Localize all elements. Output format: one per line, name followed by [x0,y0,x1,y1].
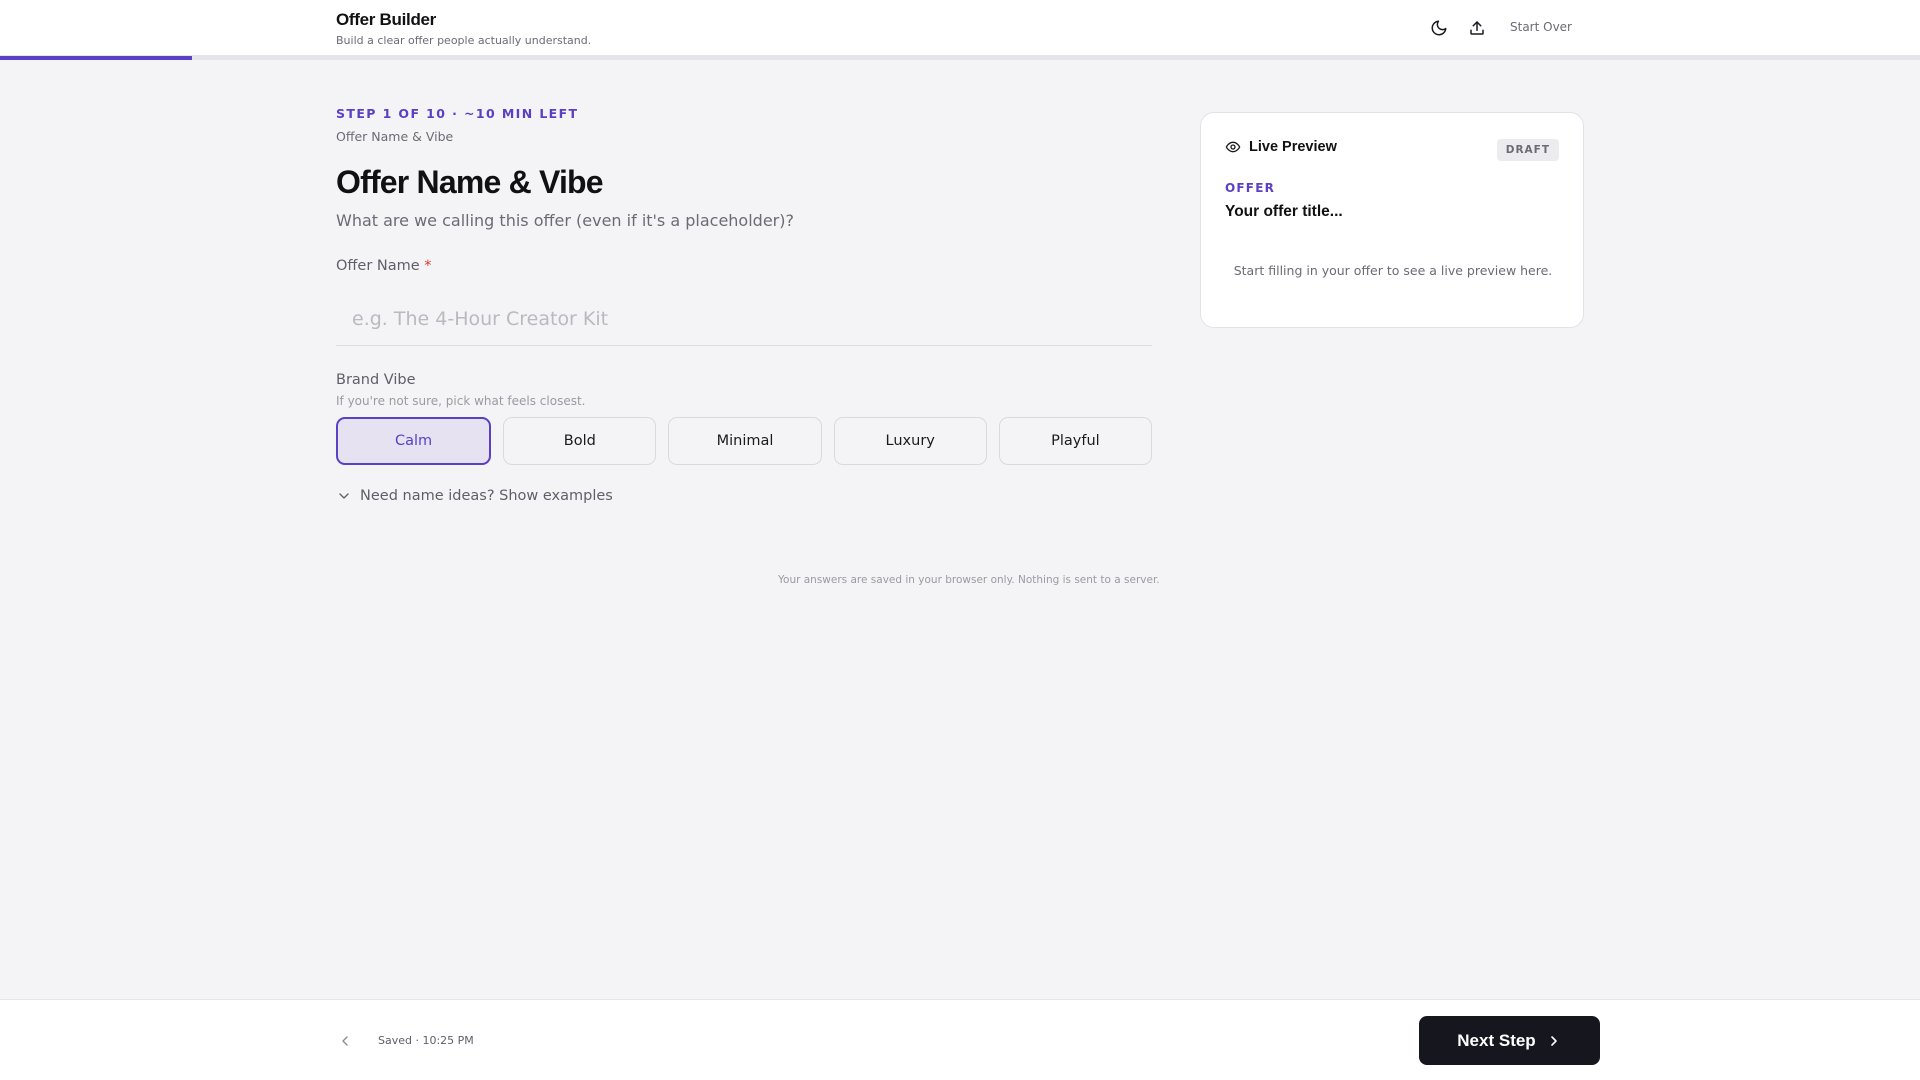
offer-name-label: Offer Name * [336,258,432,274]
top-header: Offer Builder Build a clear offer people… [0,0,1920,56]
vibe-option-luxury[interactable]: Luxury [833,417,987,465]
step-question: What are we calling this offer (even if … [336,211,794,230]
moon-icon [1431,20,1447,36]
preview-offer-title: Your offer title... [1225,203,1343,220]
bottom-bar: Saved · 10:25 PM Next Step [0,999,1920,1080]
show-examples-toggle[interactable]: Need name ideas? Show examples [336,488,613,504]
upload-icon [1470,21,1484,35]
page-title: Offer Name & Vibe [336,164,604,200]
start-over-button[interactable]: Start Over [1510,20,1572,34]
chevron-right-icon [1550,1035,1557,1046]
chevron-left-icon [342,1036,348,1046]
saved-status: Saved · 10:25 PM [378,1034,474,1047]
brand-vibe-label: Brand Vibe [336,372,416,388]
next-step-button[interactable]: Next Step [1419,1016,1600,1065]
required-mark: * [424,258,432,274]
progress-fill [0,56,192,60]
preview-title: Live Preview [1249,139,1337,155]
app-subtitle: Build a clear offer people actually unde… [336,34,592,47]
brand-vibe-hint: If you're not sure, pick what feels clos… [336,394,586,408]
show-examples-label: Need name ideas? Show examples [360,488,613,504]
app-title: Offer Builder [336,10,437,29]
preview-empty-message: Start filling in your offer to see a liv… [1233,263,1553,278]
brand-vibe-options: Calm Bold Minimal Luxury Playful [336,417,1153,465]
export-button[interactable] [1465,16,1489,40]
step-indicator: STEP 1 OF 10 · ~10 MIN LEFT [336,106,579,121]
draft-badge: DRAFT [1496,139,1559,161]
vibe-option-playful[interactable]: Playful [998,417,1153,465]
live-preview-card: Live Preview DRAFT OFFER Your offer titl… [1200,112,1584,328]
vibe-option-calm[interactable]: Calm [336,417,492,465]
vibe-option-bold[interactable]: Bold [503,417,657,465]
preview-section-label: OFFER [1225,181,1276,195]
offer-name-label-text: Offer Name [336,258,420,274]
next-step-label: Next Step [1457,1030,1536,1050]
vibe-option-minimal[interactable]: Minimal [668,417,822,465]
step-name: Offer Name & Vibe [336,129,454,144]
eye-icon [1225,141,1241,153]
privacy-note: Your answers are saved in your browser o… [778,574,1160,586]
progress-bar [0,56,1920,60]
theme-toggle-button[interactable] [1427,16,1451,40]
offer-name-input[interactable] [336,292,1152,346]
back-button[interactable] [334,1030,356,1052]
preview-header: Live Preview [1225,139,1337,155]
chevron-down-icon [339,493,349,499]
